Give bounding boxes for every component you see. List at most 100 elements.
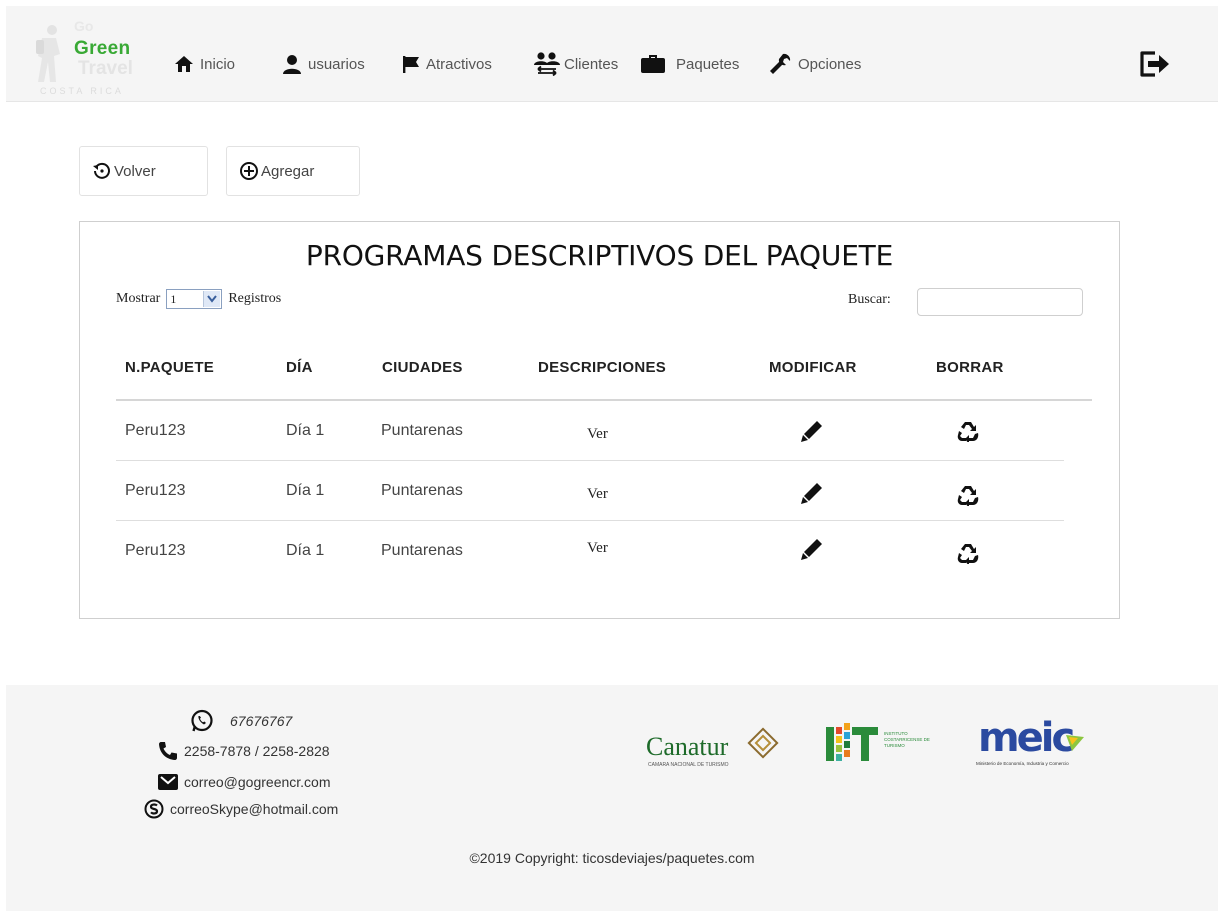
plus-circle-icon [240, 162, 258, 180]
copyright-text: ©2019 Copyright: ticosdeviajes/paquetes.… [469, 850, 755, 866]
skype-icon [144, 799, 164, 819]
history-icon [93, 162, 110, 179]
cell-ciudad: Puntarenas [381, 422, 463, 439]
nav-item-inicio[interactable]: Inicio [174, 52, 235, 76]
canatur-subtext: CAMARA NACIONAL DE TURISMO [648, 762, 729, 768]
meic-logo[interactable]: meic Ministerio de Economía, Industria y… [974, 707, 1094, 782]
canatur-text: Canatur [646, 732, 729, 761]
row-divider [116, 460, 1064, 461]
col-header-modificar[interactable]: MODIFICAR [769, 359, 857, 376]
cell-paquete: Peru123 [125, 482, 186, 499]
col-header-paquete[interactable]: N.PAQUETE [125, 359, 214, 376]
top-navbar: Go Green Travel COSTA RICA Inicio usuari… [6, 6, 1218, 102]
row-divider [116, 520, 1064, 521]
email-contact[interactable]: correo@gogreencr.com [158, 773, 331, 791]
nav-item-usuarios[interactable]: usuarios [282, 52, 365, 76]
recycle-icon [957, 422, 979, 444]
nav-item-label: Paquetes [676, 55, 740, 73]
col-header-dia[interactable]: DÍA [286, 359, 313, 376]
length-prefix: Mostrar [116, 291, 161, 306]
delete-button[interactable] [956, 420, 980, 447]
briefcase-icon [641, 55, 665, 73]
cell-paquete: Peru123 [125, 542, 186, 559]
recycle-icon [957, 544, 979, 566]
nav-item-label: Inicio [200, 55, 236, 73]
nav-item-atractivos[interactable]: Atractivos [402, 52, 492, 76]
pencil-icon [801, 483, 822, 504]
cell-ciudad: Puntarenas [381, 542, 463, 559]
recycle-icon [957, 486, 979, 508]
home-icon [175, 56, 193, 72]
sign-out-icon [1140, 51, 1169, 77]
whatsapp-number: 67676767 [230, 713, 293, 729]
add-button[interactable]: Agregar [226, 146, 360, 196]
logo-green-text: Green [74, 38, 131, 59]
meic-text: meic [978, 715, 1074, 761]
view-description-link[interactable]: Ver [587, 486, 608, 503]
nav-item-label: usuarios [308, 55, 365, 73]
envelope-icon [158, 774, 178, 790]
pencil-icon [801, 539, 822, 560]
header-divider [116, 399, 1092, 401]
user-icon [283, 55, 301, 74]
page-length-control: Mostrar 1 Registros [116, 289, 281, 309]
nav-item-label: Opciones [798, 55, 862, 73]
delete-button[interactable] [956, 542, 980, 569]
page-length-value: 1 [170, 291, 177, 306]
skype-address: correoSkype@hotmail.com [170, 801, 339, 817]
gogreen-logo[interactable]: Go Green Travel COSTA RICA [34, 18, 152, 98]
pencil-icon [801, 421, 822, 442]
back-button[interactable]: Volver [79, 146, 208, 196]
length-suffix: Registros [228, 291, 282, 306]
cell-dia: Día 1 [286, 542, 325, 559]
logo-travel-text: Travel [78, 58, 133, 79]
ict-subtext-3: TURISMO [884, 743, 905, 748]
ict-subtext-1: INSTITUTO [884, 731, 908, 736]
nav-item-paquetes[interactable]: Paquetes [640, 52, 739, 76]
canatur-logo[interactable]: Canatur CAMARA NACIONAL DE TURISMO [646, 725, 786, 776]
logout-button[interactable] [1138, 50, 1172, 83]
ict-logo[interactable]: INSTITUTO COSTARRICENSE DE TURISMO [824, 713, 934, 778]
whatsapp-contact[interactable]: 67676767 [190, 709, 292, 733]
view-description-link[interactable]: Ver [587, 426, 608, 443]
chevron-down-icon [203, 291, 221, 307]
edit-button[interactable] [800, 482, 824, 509]
delete-button[interactable] [956, 484, 980, 511]
edit-button[interactable] [800, 420, 824, 447]
meic-subtext: Ministerio de Economía, Industria y Come… [976, 761, 1069, 766]
add-button-label: Agregar [261, 162, 315, 180]
col-header-ciudades[interactable]: CIUDADES [382, 359, 463, 376]
col-header-borrar[interactable]: BORRAR [936, 359, 1004, 376]
flag-icon [403, 56, 419, 73]
logo-costa-text: COSTA RICA [40, 86, 124, 96]
wrench-icon [770, 53, 791, 74]
cell-ciudad: Puntarenas [381, 482, 463, 499]
search-label: Buscar: [848, 292, 891, 307]
phone-icon [159, 742, 177, 760]
cell-dia: Día 1 [286, 482, 325, 499]
logo-go-text: Go [74, 18, 94, 34]
nav-item-label: Atractivos [426, 55, 492, 73]
hiker-icon [36, 25, 60, 82]
cell-dia: Día 1 [286, 422, 325, 439]
whatsapp-icon [191, 709, 213, 732]
nav-item-label: Clientes [564, 55, 619, 73]
page-title: PROGRAMAS DESCRIPTIVOS DEL PAQUETE [305, 239, 894, 272]
footer: 67676767 2258-7878 / 2258-2828 correo@go… [6, 685, 1218, 911]
phone-number: 2258-7878 / 2258-2828 [184, 743, 330, 759]
users-icon [534, 52, 560, 76]
nav-item-clientes[interactable]: Clientes [530, 52, 618, 76]
search-input[interactable] [917, 288, 1083, 316]
col-header-descripciones[interactable]: DESCRIPCIONES [538, 359, 666, 376]
skype-contact[interactable]: correoSkype@hotmail.com [144, 799, 338, 819]
ict-subtext-2: COSTARRICENSE DE [884, 737, 930, 742]
page-length-select[interactable]: 1 [166, 289, 223, 309]
cell-paquete: Peru123 [125, 422, 186, 439]
back-button-label: Volver [114, 162, 156, 180]
email-address: correo@gogreencr.com [184, 774, 331, 790]
view-description-link[interactable]: Ver [587, 540, 608, 557]
programs-panel: PROGRAMAS DESCRIPTIVOS DEL PAQUETE Mostr… [79, 221, 1120, 619]
edit-button[interactable] [800, 538, 824, 565]
phone-contact[interactable]: 2258-7878 / 2258-2828 [158, 741, 330, 761]
nav-item-opciones[interactable]: Opciones [768, 52, 861, 76]
